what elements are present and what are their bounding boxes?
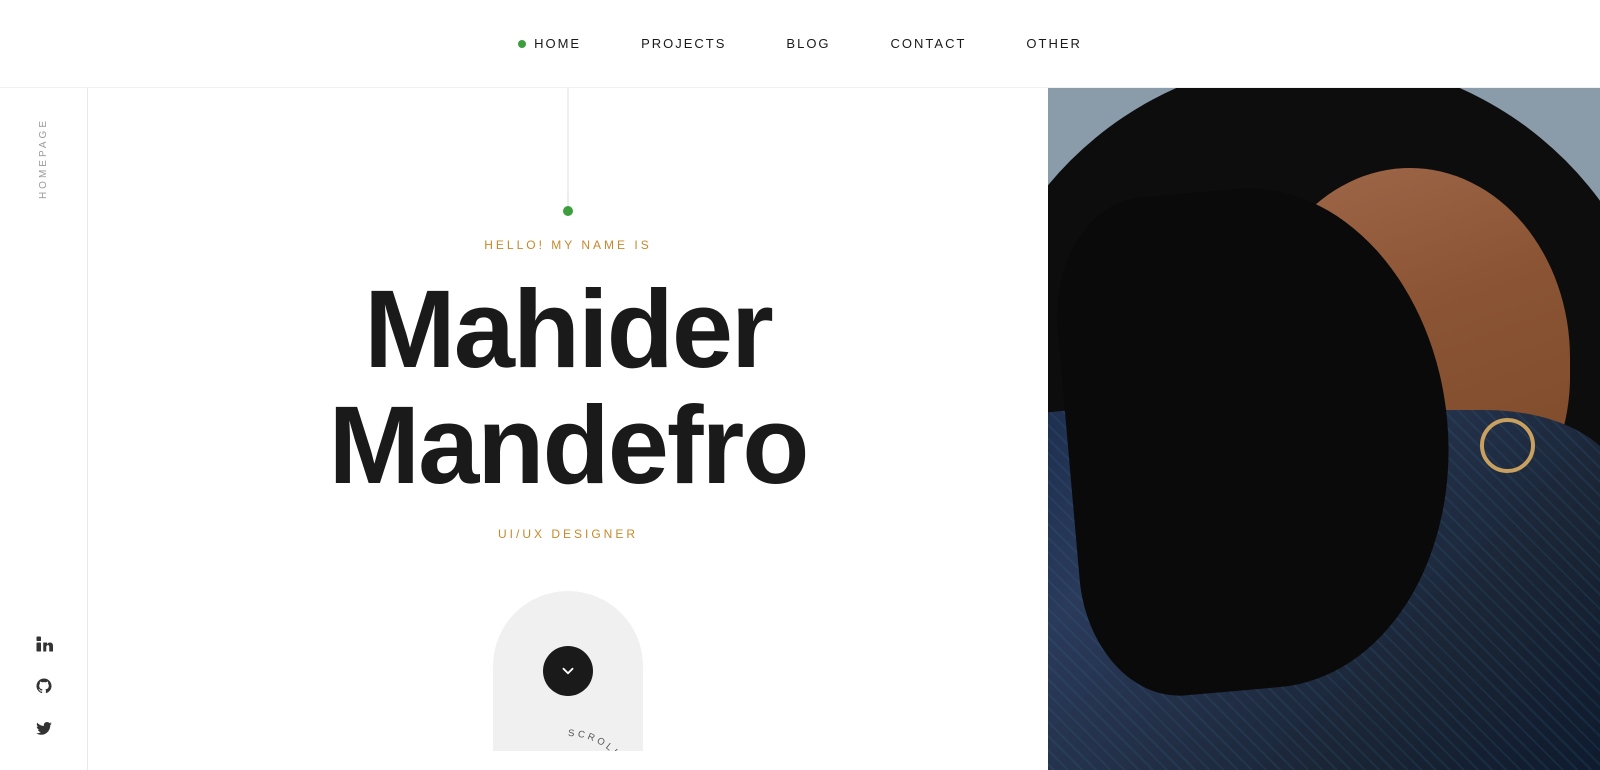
nav-link-blog[interactable]: BLOG [786, 36, 830, 51]
nav-item-blog[interactable]: BLOG [786, 35, 830, 53]
line-dot [563, 206, 573, 216]
hello-label: HELLO! MY NAME IS [329, 238, 808, 252]
content-left: HELLO! MY NAME IS Mahider Mandefro UI/UX… [88, 88, 1048, 770]
nav-link-other[interactable]: OTHER [1026, 36, 1082, 51]
earring-shape [1480, 418, 1535, 473]
twitter-icon[interactable] [32, 716, 56, 740]
github-icon[interactable] [32, 674, 56, 698]
hero-name: Mahider Mandefro [329, 272, 808, 503]
nav-item-home[interactable]: HOME [518, 36, 581, 51]
scroll-arch: SCROLL DOWN · SCROLL DOWN · [493, 591, 643, 751]
svg-text:SCROLL DOWN · SCROLL DOWN ·: SCROLL DOWN · SCROLL DOWN · [533, 728, 641, 751]
nav-link-contact[interactable]: CONTACT [891, 36, 967, 51]
social-icons [32, 632, 56, 740]
scroll-down-button[interactable] [543, 646, 593, 696]
nav-item-contact[interactable]: CONTACT [891, 35, 967, 53]
nav-item-other[interactable]: OTHER [1026, 35, 1082, 53]
name-line1: Mahider [364, 268, 772, 391]
nav-link-home[interactable]: HOME [534, 36, 581, 51]
active-indicator [518, 40, 526, 48]
role-label: UI/UX DESIGNER [329, 527, 808, 541]
hero-text: HELLO! MY NAME IS Mahider Mandefro UI/UX… [289, 238, 848, 581]
linkedin-icon[interactable] [32, 632, 56, 656]
left-sidebar: HOMEPAGE [0, 88, 88, 770]
name-line2: Mandefro [329, 384, 808, 507]
scroll-widget[interactable]: SCROLL DOWN · SCROLL DOWN · [493, 591, 643, 751]
portrait-panel [1048, 88, 1600, 770]
nav-link-projects[interactable]: PROJECTS [641, 36, 726, 51]
nav-item-projects[interactable]: PROJECTS [641, 35, 726, 53]
main-content: HELLO! MY NAME IS Mahider Mandefro UI/UX… [88, 88, 1600, 770]
decorative-line [568, 88, 569, 208]
main-nav: HOME PROJECTS BLOG CONTACT OTHER [0, 0, 1600, 88]
page-label: HOMEPAGE [38, 118, 49, 199]
